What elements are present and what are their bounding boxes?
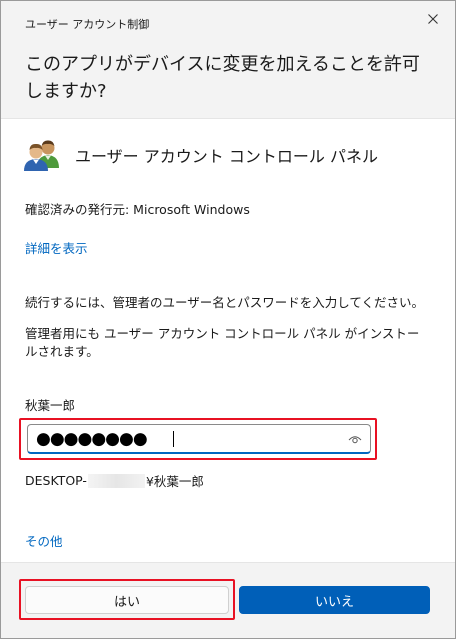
instructions-text: 続行するには、管理者のユーザー名とパスワードを入力してください。	[25, 295, 425, 310]
install-notice-text: 管理者用にも ユーザー アカウント コントロール パネル がインストールされます…	[25, 326, 420, 359]
dialog-header: ユーザー アカウント制御 このアプリがデバイスに変更を加えることを許可しますか?	[1, 1, 455, 119]
password-field[interactable]: ●●●●●●●●	[27, 424, 371, 454]
account-domain: DESKTOP- ¥秋葉一郎	[25, 471, 204, 490]
text-caret	[173, 431, 174, 447]
app-info-row: ユーザー アカウント コントロール パネル	[23, 137, 378, 173]
window-title: ユーザー アカウント制御	[25, 18, 150, 31]
more-choices-link[interactable]: その他	[25, 531, 63, 550]
show-details-link[interactable]: 詳細を表示	[25, 238, 88, 257]
account-prefix: DESKTOP-	[25, 473, 87, 488]
close-button[interactable]	[419, 7, 447, 31]
no-button[interactable]: いいえ	[239, 586, 430, 614]
reveal-password-icon[interactable]	[348, 432, 362, 446]
app-name: ユーザー アカウント コントロール パネル	[75, 147, 378, 166]
redacted-machine-name	[87, 473, 145, 488]
username-label: 秋葉一郎	[25, 398, 76, 413]
yes-button-highlight	[19, 579, 235, 620]
permission-prompt: このアプリがデバイスに変更を加えることを許可しますか?	[25, 54, 420, 102]
uac-dialog: ユーザー アカウント制御 このアプリがデバイスに変更を加えることを許可しますか?	[0, 0, 456, 639]
users-icon	[24, 140, 59, 171]
password-value: ●●●●●●●●	[36, 429, 148, 449]
account-suffix: ¥秋葉一郎	[145, 474, 204, 489]
publisher-text: 確認済みの発行元: Microsoft Windows	[25, 202, 250, 217]
close-icon	[428, 14, 438, 24]
